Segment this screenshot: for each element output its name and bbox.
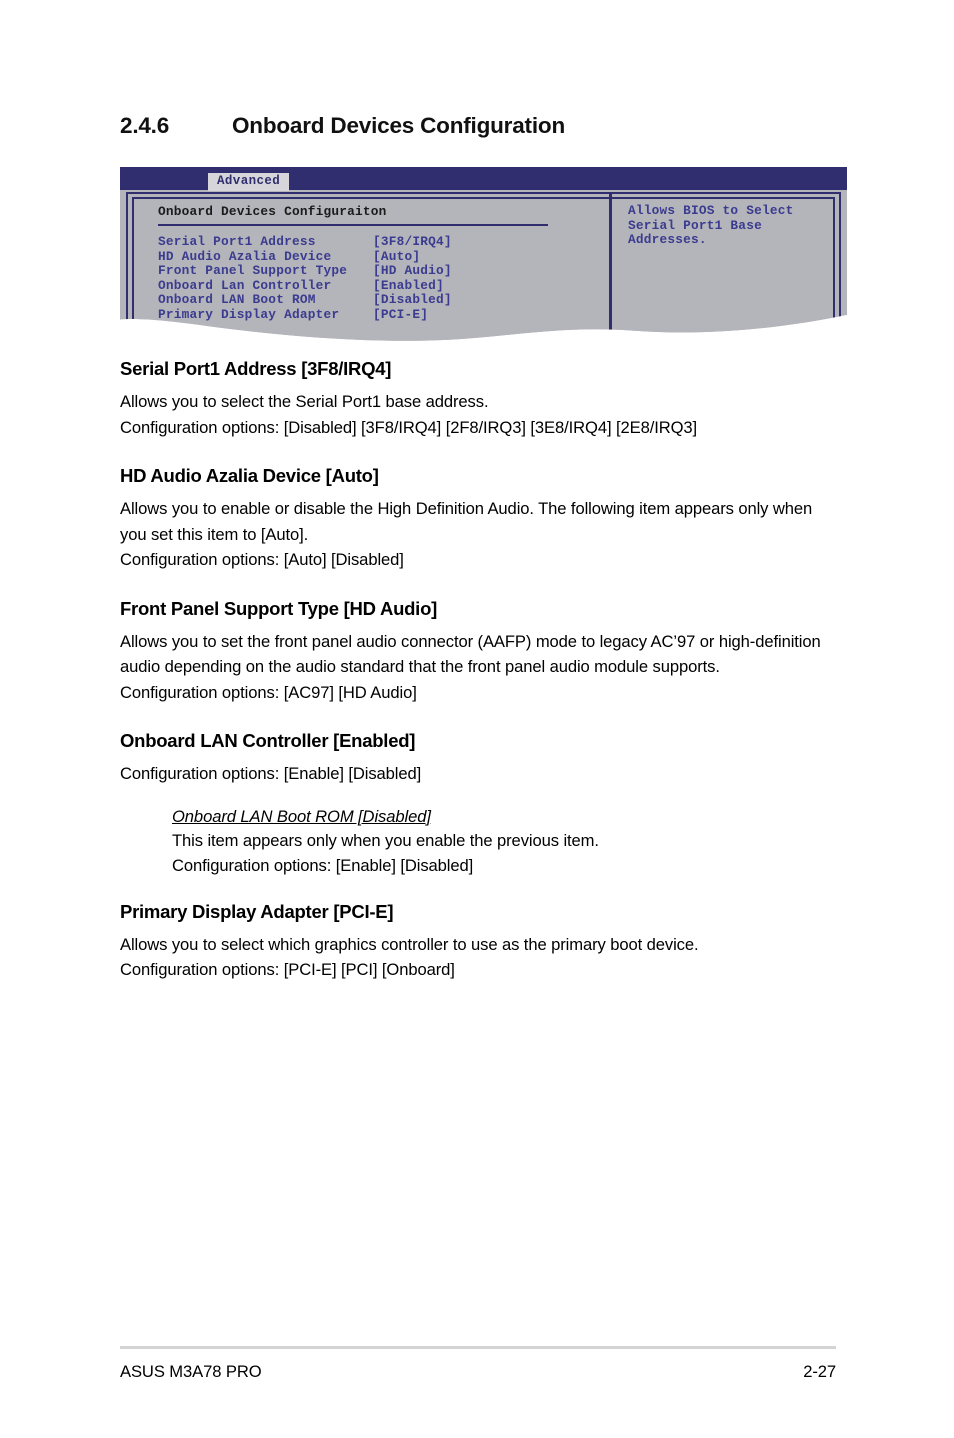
item-heading: HD Audio Azalia Device [Auto] — [120, 465, 379, 486]
bios-option-row[interactable]: Onboard LAN Boot ROM [Disabled] — [158, 293, 588, 308]
document-page: 2.4.6 Onboard Devices Configuration Adva… — [0, 0, 954, 1438]
bios-option-label: HD Audio Azalia Device — [158, 248, 332, 264]
item-config-options: Configuration options: [Enable] [Disable… — [120, 764, 422, 783]
bios-option-label: Onboard Lan Controller — [158, 277, 332, 293]
section-title: Onboard Devices Configuration — [232, 113, 565, 138]
bios-option-value: [HD Audio] — [373, 263, 452, 279]
bios-option-value: [3F8/IRQ4] — [373, 234, 452, 249]
item-config-options: Configuration options: [PCI-E] [PCI] [On… — [120, 960, 455, 979]
subitem-config-options: Configuration options: [Enable] [Disable… — [172, 856, 474, 875]
section-number: 2.4.6 — [120, 113, 170, 138]
bios-option-label: Serial Port1 Address — [158, 234, 316, 249]
item-paragraph: Allows you to set the front panel audio … — [120, 631, 821, 677]
section-front-panel-support-type: Front Panel Support Type [HD Audio] Allo… — [120, 598, 836, 706]
section-onboard-lan-controller: Onboard LAN Controller [Enabled] Configu… — [120, 730, 836, 879]
bios-option-row[interactable]: Primary Display Adapter [PCI-E] — [158, 308, 588, 323]
bios-panel-title: Onboard Devices Configuraiton — [158, 204, 387, 219]
item-heading: Front Panel Support Type [HD Audio] — [120, 597, 438, 619]
bios-option-list: Serial Port1 Address [3F8/IRQ4] HD Audio… — [158, 235, 588, 323]
bios-screenshot-clip: Advanced Onboard Devices Configuraiton S… — [120, 167, 847, 342]
item-paragraph: Allows you to enable or disable the High… — [120, 499, 813, 544]
section-serial-port1-address: Serial Port1 Address [3F8/IRQ4] Allows y… — [120, 358, 836, 440]
bios-screenshot: Advanced Onboard Devices Configuraiton S… — [120, 167, 847, 342]
page-title: 2.4.6 Onboard Devices Configuration — [120, 113, 565, 139]
bios-option-value: [PCI-E] — [373, 306, 429, 322]
footer-divider — [120, 1346, 836, 1349]
bios-settings-panel: Onboard Devices Configuraiton Serial Por… — [158, 204, 588, 323]
tab-advanced[interactable]: Advanced — [208, 173, 289, 191]
item-heading: Primary Display Adapter [PCI-E] — [120, 900, 394, 922]
item-heading: Serial Port1 Address [3F8/IRQ4] — [120, 358, 392, 379]
document-body: Serial Port1 Address [3F8/IRQ4] Allows y… — [120, 358, 836, 1008]
bios-option-value: [Disabled] — [373, 292, 452, 308]
bios-help-panel: Allows BIOS to Select Serial Port1 Base … — [628, 203, 794, 248]
bios-option-row[interactable]: Front Panel Support Type [HD Audio] — [158, 264, 588, 279]
bios-option-label: Front Panel Support Type — [158, 263, 348, 279]
item-paragraph: Allows you to select which graphics cont… — [120, 934, 699, 954]
bios-option-label: Primary Display Adapter — [158, 306, 340, 322]
item-config-options: Configuration options: [Disabled] [3F8/I… — [120, 417, 698, 437]
bios-option-row[interactable]: Onboard Lan Controller [Enabled] — [158, 279, 588, 294]
section-hd-audio-azalia-device: HD Audio Azalia Device [Auto] Allows you… — [120, 465, 836, 573]
footer-page-number: 2-27 — [803, 1362, 836, 1381]
item-config-options: Configuration options: [AC97] [HD Audio] — [120, 682, 417, 702]
bios-option-value: [Enabled] — [373, 277, 444, 293]
subsection-onboard-lan-boot-rom: Onboard LAN Boot ROM [Disabled] This ite… — [172, 807, 836, 879]
bios-panel-divider — [609, 194, 612, 352]
bios-option-row[interactable]: Serial Port1 Address [3F8/IRQ4] — [158, 235, 588, 250]
item-config-options: Configuration options: [Auto] [Disabled] — [120, 550, 404, 569]
item-heading: Onboard LAN Controller [Enabled] — [120, 730, 416, 751]
item-paragraph: Allows you to select the Serial Port1 ba… — [120, 392, 489, 411]
bios-option-value: [Auto] — [373, 248, 421, 264]
subitem-paragraph: This item appears only when you enable t… — [172, 830, 599, 850]
bios-option-label: Onboard LAN Boot ROM — [158, 292, 316, 308]
footer-product-name: ASUS M3A78 PRO — [120, 1362, 262, 1381]
bios-panel-rule — [158, 224, 548, 226]
subitem-heading: Onboard LAN Boot ROM [Disabled] — [172, 806, 431, 826]
bios-option-row[interactable]: HD Audio Azalia Device [Auto] — [158, 250, 588, 265]
section-primary-display-adapter: Primary Display Adapter [PCI-E] Allows y… — [120, 901, 836, 983]
